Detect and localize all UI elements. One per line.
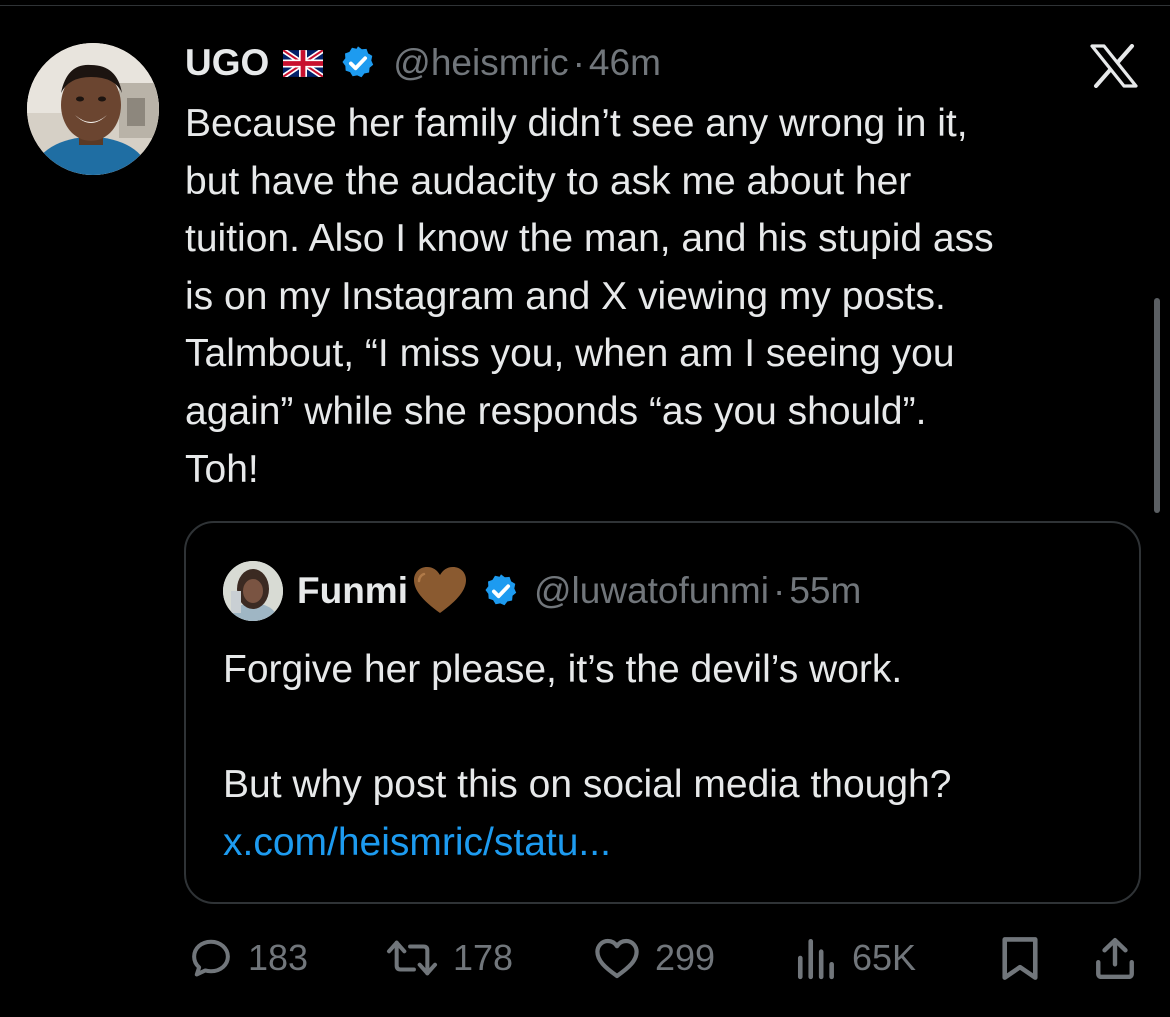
bookmark-button[interactable] [998, 928, 1042, 988]
status-link[interactable]: x.com/heismric/statu... [223, 814, 1103, 872]
heart-icon [593, 935, 641, 981]
tweet-text-line: Talmbout, “I miss you, when am I seeing … [185, 332, 955, 376]
share-button[interactable] [1092, 928, 1138, 988]
like-count: 299 [655, 937, 716, 978]
quoted-author-avatar[interactable] [223, 561, 283, 621]
scrollbar[interactable] [1154, 298, 1160, 513]
views-button[interactable]: 65K [796, 928, 916, 988]
reply-icon [188, 935, 234, 981]
tweet-header: UGO @heismric · 46m [185, 38, 661, 88]
tweet-text-line: but have the audacity to ask me about he… [185, 159, 912, 203]
x-logo-icon [1090, 44, 1138, 88]
views-icon [796, 935, 838, 981]
uk-flag-icon [281, 47, 325, 79]
quoted-tweet-text: Forgive her please, it’s the devil’s wor… [223, 641, 1103, 871]
tweet-timestamp[interactable]: 46m [589, 42, 661, 84]
tweet-text-line: Because her family didn’t see any wrong … [185, 102, 968, 145]
view-count: 65K [852, 937, 917, 978]
tweet-text: Because her family didn’t see any wrong … [185, 95, 1145, 498]
action-bar: 183 178 299 65K [0, 928, 1170, 988]
quoted-tweet-header: Funmi @luwatofunmi · 55m [297, 566, 861, 616]
reply-count: 183 [248, 937, 309, 978]
author-handle[interactable]: @heismric [393, 42, 568, 84]
top-divider [0, 5, 1170, 6]
tweet-text-line: again” while she responds “as you should… [185, 389, 927, 433]
quoted-tweet-card[interactable]: Funmi @luwatofunmi · 55m Forgive her ple… [184, 521, 1141, 904]
quoted-author-display-name[interactable]: Funmi [297, 570, 408, 612]
quoted-author-handle[interactable]: @luwatofunmi [534, 570, 769, 612]
tweet-text-line: tuition. Also I know the man, and his st… [185, 217, 994, 261]
verified-badge-icon[interactable] [482, 572, 520, 610]
separator-dot: · [572, 42, 585, 83]
like-button[interactable]: 299 [593, 928, 715, 988]
author-display-name[interactable]: UGO [185, 42, 269, 84]
quoted-text-line: But why post this on social media though… [223, 763, 952, 807]
repost-icon [385, 935, 439, 981]
author-avatar[interactable] [27, 43, 159, 175]
verified-badge-icon[interactable] [339, 44, 377, 82]
bookmark-icon [998, 934, 1042, 982]
repost-button[interactable]: 178 [385, 928, 513, 988]
reply-button[interactable]: 183 [188, 928, 308, 988]
tweet-text-line: Toh! [185, 447, 259, 491]
share-icon [1092, 934, 1138, 982]
repost-count: 178 [453, 937, 514, 978]
brown-heart-emoji [412, 566, 468, 616]
quoted-text-line: Forgive her please, it’s the devil’s wor… [223, 648, 903, 691]
separator-dot: · [772, 570, 786, 611]
quoted-tweet-timestamp[interactable]: 55m [789, 570, 861, 612]
tweet-text-line: is on my Instagram and X viewing my post… [185, 274, 946, 318]
